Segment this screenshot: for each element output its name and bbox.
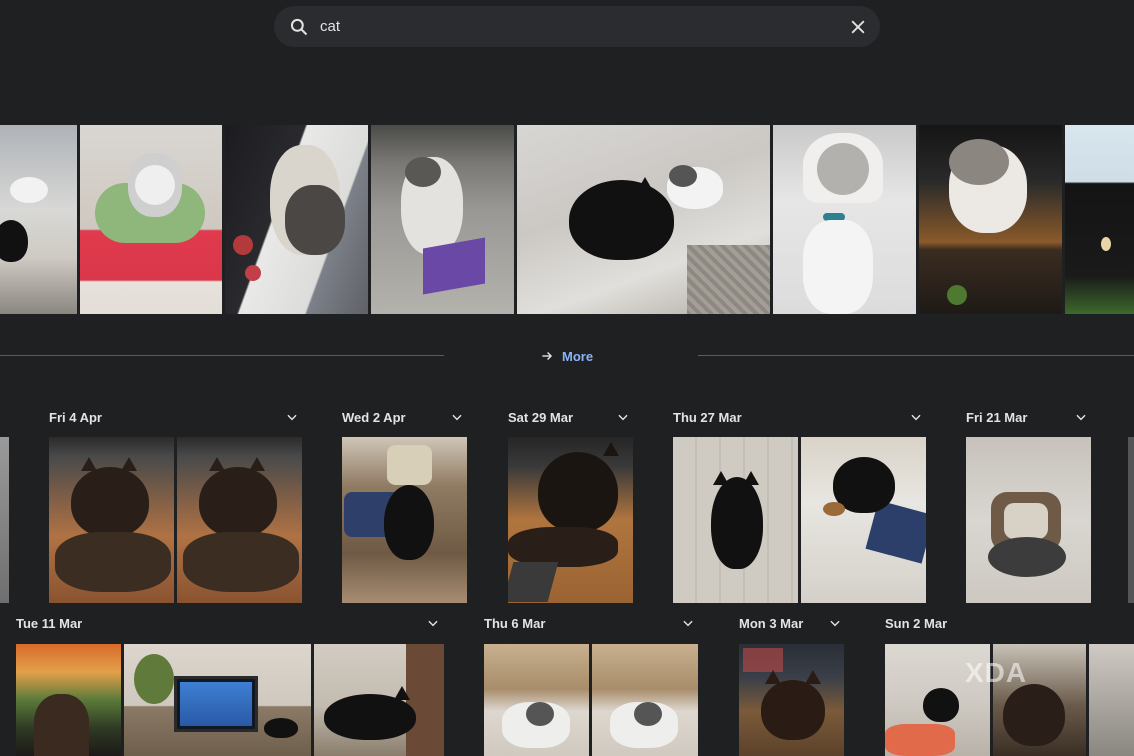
chevron-down-icon[interactable]: [616, 410, 630, 424]
photo-thumbnail[interactable]: [371, 125, 514, 314]
date-label: Wed 2 Apr: [342, 409, 406, 425]
photo-thumbnail[interactable]: [1128, 437, 1134, 603]
date-label: Tue 11 Mar: [16, 615, 83, 631]
chevron-down-icon[interactable]: [450, 410, 464, 424]
arrow-right-icon: [542, 352, 553, 360]
divider: [0, 355, 444, 356]
photo-thumbnail[interactable]: [124, 644, 311, 756]
date-label: Fri 4 Apr: [49, 409, 102, 425]
date-group-header[interactable]: Tue 11 Mar: [16, 612, 440, 634]
photo-thumbnail[interactable]: [177, 437, 302, 603]
search-icon[interactable]: [289, 17, 309, 37]
more-row: More: [0, 344, 1134, 368]
photo-thumbnail[interactable]: [49, 437, 174, 603]
date-group-header[interactable]: Fri 4 Apr: [49, 406, 299, 428]
date-group-header[interactable]: Sun 2 Mar: [885, 612, 1085, 634]
date-label: Mon 3 Mar: [739, 615, 804, 631]
photo-thumbnail[interactable]: [1089, 644, 1134, 756]
photo-thumbnail[interactable]: [673, 437, 798, 603]
photo-thumbnail[interactable]: [773, 125, 916, 314]
photo-thumbnail[interactable]: [314, 644, 444, 756]
photo-thumbnail[interactable]: [739, 644, 844, 756]
search-input[interactable]: [320, 14, 820, 38]
photo-thumbnail[interactable]: [0, 437, 9, 603]
close-icon[interactable]: [848, 17, 868, 37]
photo-thumbnail[interactable]: [80, 125, 222, 314]
photo-thumbnail[interactable]: [1065, 125, 1134, 314]
chevron-down-icon[interactable]: [285, 410, 299, 424]
date-group-header[interactable]: Mon 3 Mar: [739, 612, 842, 634]
chevron-down-icon[interactable]: [681, 616, 695, 630]
photo-thumbnail[interactable]: [342, 437, 467, 603]
date-group-header[interactable]: Fri 21 Mar: [966, 406, 1088, 428]
date-group-header[interactable]: Wed 2 Apr: [342, 406, 464, 428]
chevron-down-icon[interactable]: [426, 616, 440, 630]
chevron-down-icon[interactable]: [828, 616, 842, 630]
chevron-down-icon[interactable]: [909, 410, 923, 424]
date-group-header[interactable]: Thu 27 Mar: [673, 406, 923, 428]
search-bar: [274, 6, 880, 47]
date-label: Thu 6 Mar: [484, 615, 546, 631]
date-label: Thu 27 Mar: [673, 409, 742, 425]
photo-thumbnail[interactable]: [0, 125, 77, 314]
date-label: Sun 2 Mar: [885, 615, 948, 631]
photo-thumbnail[interactable]: [801, 437, 926, 603]
date-group-header[interactable]: Sat 29 Mar: [508, 406, 630, 428]
photo-thumbnail[interactable]: [517, 125, 770, 314]
date-label: Fri 21 Mar: [966, 409, 1028, 425]
photo-thumbnail[interactable]: [592, 644, 698, 756]
top-results-strip: [0, 125, 1134, 314]
photo-thumbnail[interactable]: [508, 437, 633, 603]
photo-thumbnail[interactable]: [16, 644, 121, 756]
divider: [698, 355, 1134, 356]
more-button[interactable]: More: [540, 346, 593, 366]
xda-watermark-logo: XDA: [965, 657, 1028, 688]
chevron-down-icon[interactable]: [1074, 410, 1088, 424]
date-group-header[interactable]: [0, 406, 12, 428]
date-group-header[interactable]: Thu 6 Mar: [484, 612, 695, 634]
more-label: More: [562, 348, 594, 364]
photo-thumbnail[interactable]: [484, 644, 589, 756]
photo-thumbnail[interactable]: [966, 437, 1091, 603]
photo-thumbnail[interactable]: [919, 125, 1062, 314]
date-label: Sat 29 Mar: [508, 409, 574, 425]
photo-thumbnail[interactable]: [225, 125, 368, 314]
